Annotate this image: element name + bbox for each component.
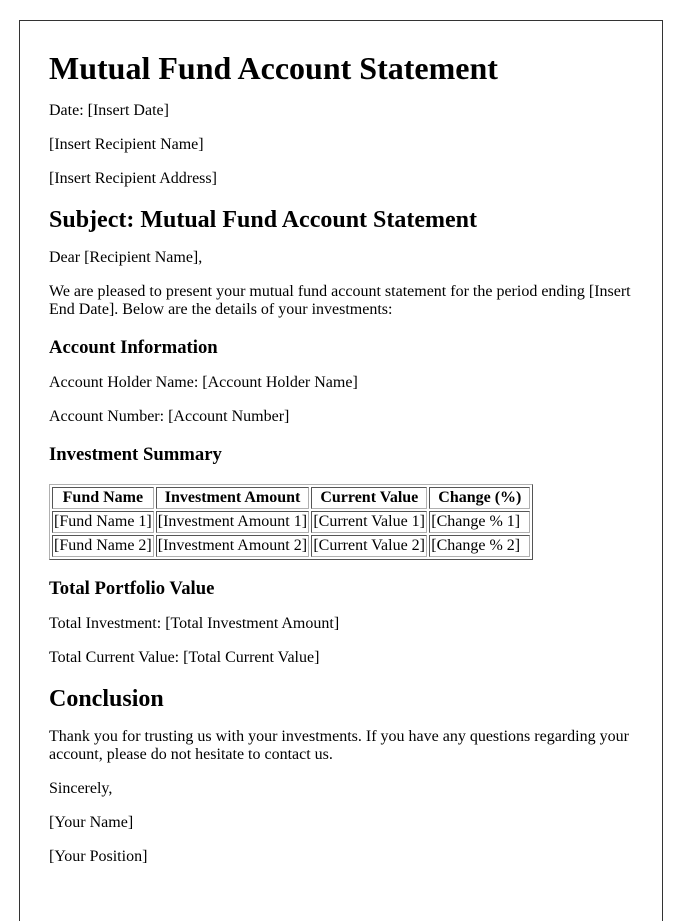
total-current-value: Total Current Value: [Total Current Valu…	[49, 649, 320, 666]
account-holder-name: Account Holder Name: [Account Holder Nam…	[49, 374, 358, 391]
column-header-change: Change (%)	[429, 487, 531, 509]
document-title: Mutual Fund Account Statement	[49, 50, 498, 86]
subject-heading: Subject: Mutual Fund Account Statement	[49, 207, 478, 233]
cell-current-value: [Current Value 1]	[311, 511, 428, 533]
conclusion-heading: Conclusion	[49, 686, 164, 712]
investment-summary-table: Fund Name Investment Amount Current Valu…	[49, 484, 534, 560]
conclusion-paragraph: Thank you for trusting us with your inve…	[49, 728, 629, 763]
account-information-heading: Account Information	[49, 337, 218, 358]
signer-name: [Your Name]	[49, 814, 134, 831]
total-investment: Total Investment: [Total Investment Amou…	[49, 615, 340, 632]
cell-investment-amount: [Investment Amount 2]	[155, 535, 310, 557]
column-header-current-value: Current Value	[311, 487, 428, 509]
table-header-row: Fund Name Investment Amount Current Valu…	[52, 487, 531, 509]
recipient-address: [Insert Recipient Address]	[49, 170, 217, 187]
table-row: [Fund Name 1] [Investment Amount 1] [Cur…	[52, 511, 531, 533]
cell-investment-amount: [Investment Amount 1]	[155, 511, 310, 533]
table-row: [Fund Name 2] [Investment Amount 2] [Cur…	[52, 535, 531, 557]
intro-paragraph: We are pleased to present your mutual fu…	[49, 283, 631, 318]
recipient-name: [Insert Recipient Name]	[49, 136, 204, 153]
signer-position: [Your Position]	[49, 848, 148, 865]
account-number: Account Number: [Account Number]	[49, 408, 290, 425]
cell-fund-name: [Fund Name 1]	[52, 511, 154, 533]
closing: Sincerely,	[49, 780, 113, 797]
cell-current-value: [Current Value 2]	[311, 535, 428, 557]
investment-summary-heading: Investment Summary	[49, 444, 222, 465]
total-portfolio-heading: Total Portfolio Value	[49, 578, 215, 599]
cell-fund-name: [Fund Name 2]	[52, 535, 154, 557]
column-header-investment-amount: Investment Amount	[155, 487, 310, 509]
date-line: Date: [Insert Date]	[49, 102, 169, 119]
cell-change: [Change % 2]	[429, 535, 531, 557]
column-header-fund-name: Fund Name	[52, 487, 154, 509]
cell-change: [Change % 1]	[429, 511, 531, 533]
salutation: Dear [Recipient Name],	[49, 249, 203, 266]
letter-page: Mutual Fund Account Statement Date: [Ins…	[19, 20, 663, 921]
